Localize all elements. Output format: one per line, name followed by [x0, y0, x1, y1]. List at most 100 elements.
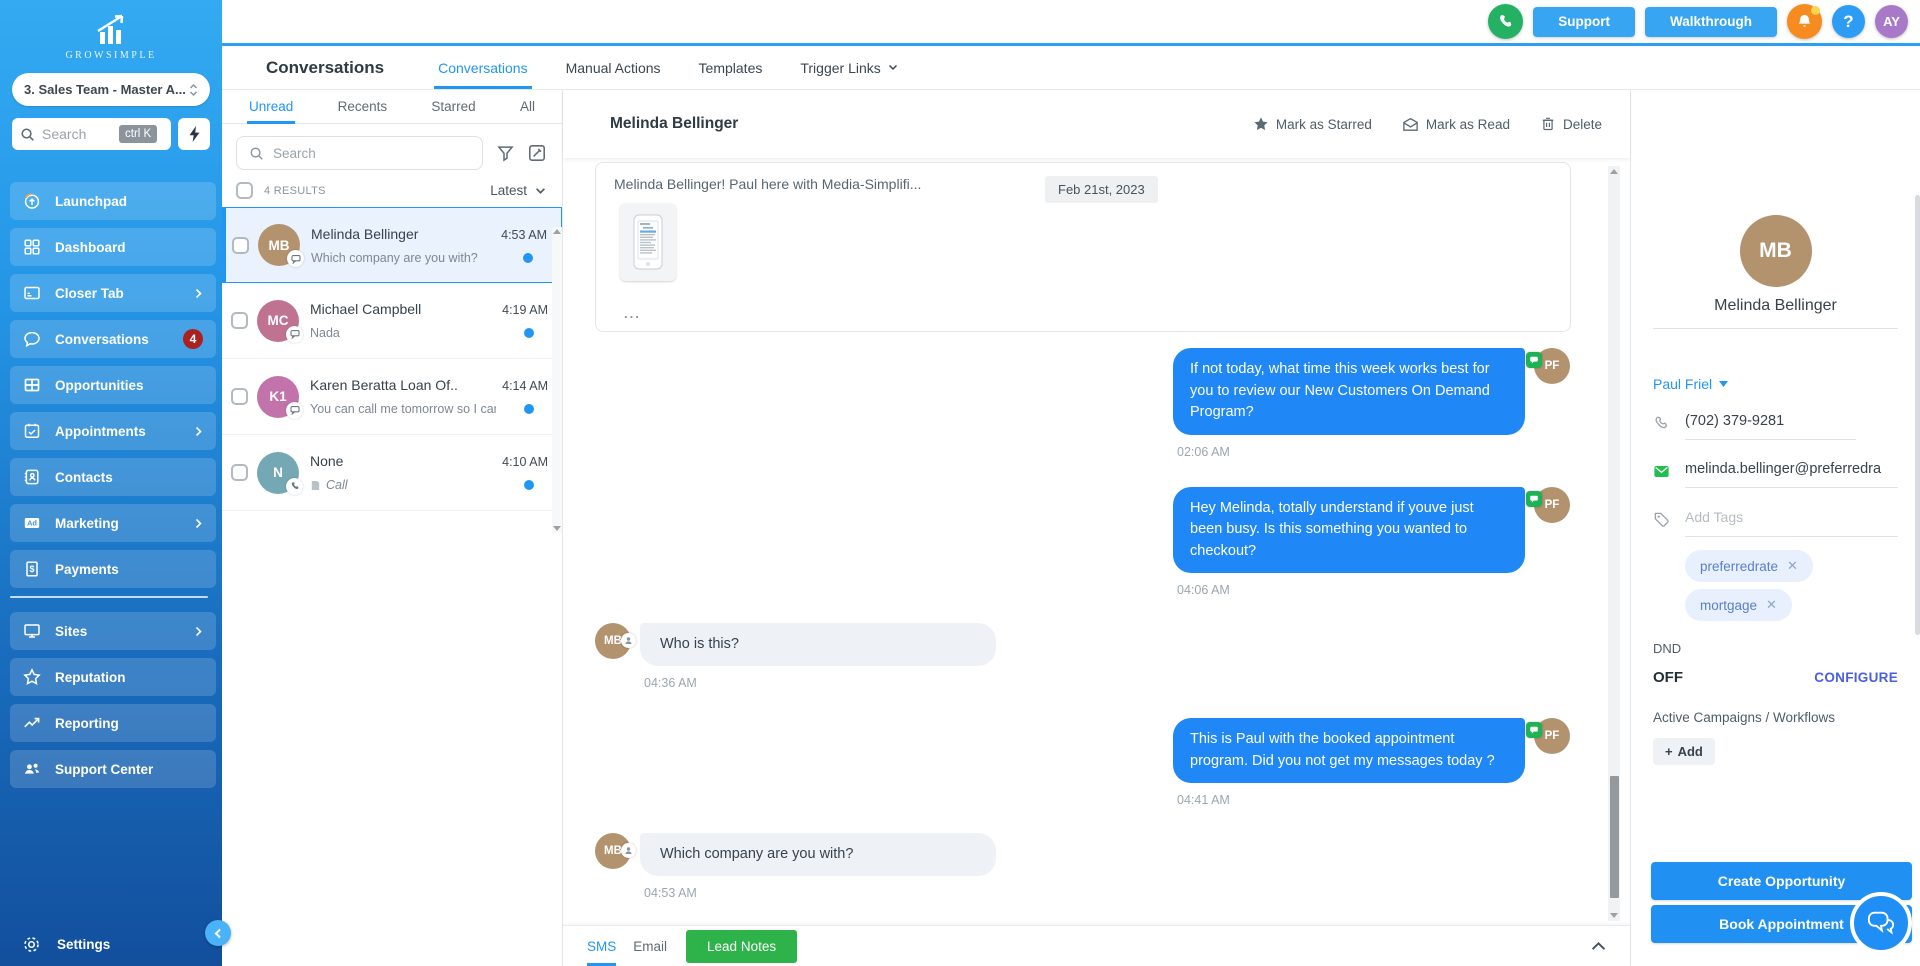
sidebar-collapse-button[interactable] [205, 920, 231, 946]
conversation-search[interactable] [236, 136, 483, 170]
sites-icon [23, 622, 41, 640]
sort-dropdown[interactable]: Latest [490, 183, 546, 198]
list-scrollbar[interactable] [552, 227, 562, 533]
sender-avatar: MB [595, 833, 631, 869]
tab-label: Recents [338, 99, 388, 114]
user-avatar[interactable]: AY [1875, 5, 1908, 38]
sidebar-item-contacts[interactable]: Contacts [10, 458, 216, 496]
sms-channel-icon [1526, 722, 1542, 738]
sidebar-item-label: Contacts [55, 470, 113, 485]
tab-conversations[interactable]: Conversations [438, 46, 528, 89]
chat-scrollbar[interactable] [1608, 166, 1620, 921]
tab-manual-actions[interactable]: Manual Actions [566, 46, 661, 89]
remove-tag-icon[interactable]: ✕ [1787, 558, 1798, 574]
tag-preferredrate[interactable]: preferredrate ✕ [1685, 550, 1813, 582]
sidebar-item-opportunities[interactable]: Opportunities [10, 366, 216, 404]
tab-templates[interactable]: Templates [699, 46, 763, 89]
composer-tab-sms[interactable]: SMS [587, 926, 616, 966]
scroll-up-arrow-icon[interactable] [553, 229, 561, 234]
tab-label: Conversations [438, 60, 528, 76]
tab-recents[interactable]: Recents [338, 90, 388, 123]
sidebar-item-support-center[interactable]: Support Center [10, 750, 216, 788]
owner-dropdown[interactable]: Paul Friel [1653, 376, 1898, 392]
expand-composer-button[interactable] [1591, 941, 1606, 951]
conversation-row-michael-campbell[interactable]: MC Michael Campbell Nada [222, 283, 562, 359]
person-icon [621, 633, 636, 648]
sidebar-search-input[interactable] [42, 126, 112, 142]
email-field[interactable]: melinda.bellinger@preferredra [1685, 461, 1898, 488]
quick-actions-button[interactable] [178, 118, 210, 150]
delete-button[interactable]: Delete [1540, 116, 1602, 132]
tab-all[interactable]: All [520, 90, 535, 123]
select-all-checkbox[interactable] [236, 182, 253, 199]
conversation-row-none[interactable]: N None [222, 435, 562, 511]
add-label: Add [1678, 744, 1703, 759]
support-center-icon [23, 760, 41, 778]
remove-tag-icon[interactable]: ✕ [1766, 597, 1777, 613]
phone-call-button[interactable] [1488, 4, 1523, 39]
tag-mortgage[interactable]: mortgage ✕ [1685, 589, 1792, 621]
sidebar-item-label: Support Center [55, 762, 153, 777]
action-label: Mark as Starred [1276, 117, 1372, 132]
notifications-button[interactable] [1787, 4, 1822, 39]
message-inbound: MB Who is this? 04:36 AM [563, 623, 1630, 690]
composer-tab-email[interactable]: Email [633, 926, 667, 966]
account-selector[interactable]: 3. Sales Team - Master A... [12, 73, 210, 106]
sidebar-item-reputation[interactable]: Reputation [10, 658, 216, 696]
message-time: 04:41 AM [1173, 793, 1570, 807]
tab-label: Starred [431, 99, 475, 114]
settings-label: Settings [57, 937, 110, 952]
phone-row: (702) 379-9281 [1653, 413, 1898, 440]
support-button[interactable]: Support [1533, 7, 1635, 37]
scroll-down-arrow-icon[interactable] [553, 526, 561, 531]
row-checkbox[interactable] [231, 312, 248, 329]
sidebar-item-launchpad[interactable]: Launchpad [10, 182, 216, 220]
unread-dot [524, 328, 534, 338]
sidebar-item-payments[interactable]: $ Payments [10, 550, 216, 588]
contact-avatar: MB [1740, 215, 1812, 287]
chevron-right-icon [194, 288, 203, 299]
walkthrough-button[interactable]: Walkthrough [1645, 7, 1777, 37]
sidebar-item-appointments[interactable]: Appointments [10, 412, 216, 450]
lead-notes-button[interactable]: Lead Notes [686, 930, 797, 963]
compose-button[interactable] [528, 144, 546, 162]
add-tags-field[interactable] [1685, 509, 1898, 537]
sidebar-item-reporting[interactable]: Reporting [10, 704, 216, 742]
filter-button[interactable] [497, 145, 514, 162]
conversation-search-input[interactable] [273, 146, 470, 161]
panel-scrollbar-thumb[interactable] [1915, 195, 1920, 635]
avatar-initials: MB [269, 238, 290, 253]
tab-starred[interactable]: Starred [431, 90, 475, 123]
image-attachment[interactable] [620, 203, 676, 281]
tab-trigger-links[interactable]: Trigger Links [800, 46, 897, 89]
more-indicator[interactable]: ... [624, 306, 641, 321]
sidebar-item-sites[interactable]: Sites [10, 612, 216, 650]
conversation-row-karen-beratta[interactable]: K1 Karen Beratta Loan Of.. You can call … [222, 359, 562, 435]
add-campaign-button[interactable]: + Add [1653, 738, 1715, 765]
scroll-up-arrow-icon[interactable] [1610, 169, 1618, 174]
tab-unread[interactable]: Unread [249, 90, 293, 123]
sidebar-item-settings[interactable]: Settings [0, 935, 132, 954]
chat-widget-button[interactable] [1850, 892, 1912, 954]
sms-bubble-icon [286, 326, 303, 343]
avatar-initials: MB [604, 635, 622, 647]
scrollbar-thumb[interactable] [1610, 776, 1619, 898]
configure-link[interactable]: CONFIGURE [1814, 670, 1898, 685]
scroll-down-arrow-icon[interactable] [1610, 913, 1618, 918]
email-row: melinda.bellinger@preferredra [1653, 461, 1898, 488]
sidebar-search[interactable]: ctrl K [12, 118, 171, 150]
sidebar-item-marketing[interactable]: Ad Marketing [10, 504, 216, 542]
phone-field[interactable]: (702) 379-9281 [1685, 413, 1856, 440]
row-checkbox[interactable] [231, 388, 248, 405]
row-checkbox[interactable] [231, 464, 248, 481]
help-button[interactable]: ? [1832, 5, 1865, 38]
sidebar-item-dashboard[interactable]: Dashboard [10, 228, 216, 266]
sidebar-item-closer-tab[interactable]: Closer Tab [10, 274, 216, 312]
sidebar-item-conversations[interactable]: Conversations 4 [10, 320, 216, 358]
star-icon [1253, 116, 1269, 132]
row-checkbox[interactable] [232, 237, 249, 254]
mark-as-read-button[interactable]: Mark as Read [1402, 116, 1510, 133]
conversation-row-melinda-bellinger[interactable]: MB Melinda Bellinger Which company are y… [222, 207, 562, 283]
add-tags-input[interactable] [1685, 509, 1898, 525]
mark-as-starred-button[interactable]: Mark as Starred [1253, 116, 1372, 132]
